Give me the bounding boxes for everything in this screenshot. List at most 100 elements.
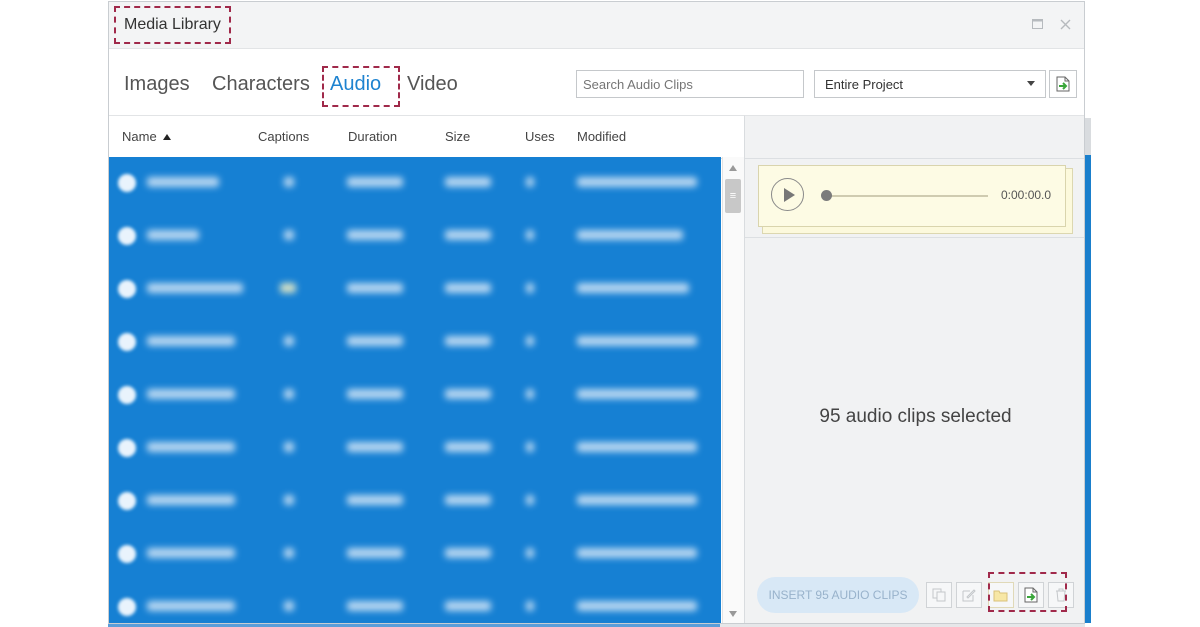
blurred-cell bbox=[147, 389, 235, 399]
table-row[interactable] bbox=[109, 422, 721, 475]
table-row[interactable] bbox=[109, 157, 721, 210]
column-uses[interactable]: Uses bbox=[525, 129, 555, 144]
expand-icon[interactable] bbox=[118, 280, 136, 298]
expand-icon[interactable] bbox=[118, 545, 136, 563]
scroll-down-icon[interactable] bbox=[729, 611, 737, 617]
import-file-icon bbox=[1056, 76, 1070, 92]
expand-icon[interactable] bbox=[118, 333, 136, 351]
blurred-cell bbox=[347, 177, 403, 187]
title-bar: Media Library bbox=[109, 2, 1084, 49]
export-file-icon bbox=[1024, 587, 1038, 603]
blurred-cell bbox=[577, 442, 697, 452]
delete-button[interactable] bbox=[1048, 582, 1074, 608]
blurred-cell bbox=[577, 495, 697, 505]
tab-images[interactable]: Images bbox=[124, 73, 190, 96]
close-icon[interactable] bbox=[1057, 16, 1073, 32]
table-row[interactable] bbox=[109, 263, 721, 316]
blurred-cell bbox=[577, 601, 697, 611]
blurred-cell bbox=[526, 548, 534, 558]
blurred-cell bbox=[526, 389, 534, 399]
blurred-cell bbox=[280, 283, 296, 293]
tab-video[interactable]: Video bbox=[407, 73, 458, 96]
column-captions[interactable]: Captions bbox=[258, 129, 309, 144]
tab-audio[interactable]: Audio bbox=[330, 73, 381, 96]
column-name[interactable]: Name bbox=[122, 129, 171, 144]
blurred-cell bbox=[526, 442, 534, 452]
blurred-cell bbox=[445, 177, 491, 187]
blurred-cell bbox=[577, 336, 697, 346]
expand-icon[interactable] bbox=[118, 598, 136, 616]
list-scrollbar[interactable]: ≡ bbox=[722, 157, 744, 623]
blurred-cell bbox=[147, 442, 235, 452]
blurred-cell bbox=[445, 389, 491, 399]
table-row[interactable] bbox=[109, 210, 721, 263]
blurred-cell bbox=[526, 495, 534, 505]
expand-icon[interactable] bbox=[118, 386, 136, 404]
blurred-cell bbox=[147, 177, 219, 187]
blurred-cell bbox=[347, 442, 403, 452]
table-row[interactable] bbox=[109, 316, 721, 369]
media-library-window: Media Library Images Characters Audio Vi… bbox=[108, 1, 1085, 624]
trash-icon bbox=[1056, 588, 1066, 602]
expand-icon[interactable] bbox=[118, 227, 136, 245]
play-icon bbox=[783, 187, 795, 202]
edit-icon bbox=[962, 589, 976, 602]
duplicate-button[interactable] bbox=[926, 582, 952, 608]
blurred-cell bbox=[284, 442, 294, 452]
seek-track[interactable] bbox=[822, 195, 988, 197]
seek-handle[interactable] bbox=[821, 190, 832, 201]
blurred-cell bbox=[445, 548, 491, 558]
blurred-cell bbox=[147, 336, 235, 346]
blurred-cell bbox=[347, 230, 403, 240]
insert-audio-clips-button[interactable]: INSERT 95 AUDIO CLIPS bbox=[757, 577, 919, 613]
edit-button[interactable] bbox=[956, 582, 982, 608]
blurred-cell bbox=[577, 177, 697, 187]
blurred-cell bbox=[445, 336, 491, 346]
expand-icon[interactable] bbox=[118, 439, 136, 457]
play-button[interactable] bbox=[771, 178, 804, 211]
audio-player-area: 0:00:00.0 bbox=[745, 158, 1084, 238]
duplicate-icon bbox=[932, 588, 946, 602]
blurred-cell bbox=[147, 495, 235, 505]
blurred-cell bbox=[577, 283, 689, 293]
export-button[interactable] bbox=[1018, 582, 1044, 608]
table-row[interactable] bbox=[109, 369, 721, 422]
blurred-cell bbox=[445, 230, 491, 240]
scope-dropdown[interactable]: Entire Project bbox=[814, 70, 1046, 98]
table-row[interactable] bbox=[109, 475, 721, 528]
table-row[interactable] bbox=[109, 581, 721, 623]
blurred-cell bbox=[284, 548, 294, 558]
blurred-cell bbox=[347, 495, 403, 505]
audio-player: 0:00:00.0 bbox=[758, 165, 1066, 227]
column-duration[interactable]: Duration bbox=[348, 129, 397, 144]
expand-icon[interactable] bbox=[118, 174, 136, 192]
table-row[interactable] bbox=[109, 528, 721, 581]
column-size[interactable]: Size bbox=[445, 129, 470, 144]
import-button[interactable] bbox=[1049, 70, 1077, 98]
column-modified[interactable]: Modified bbox=[577, 129, 626, 144]
blurred-cell bbox=[284, 389, 294, 399]
blurred-cell bbox=[347, 548, 403, 558]
blurred-cell bbox=[284, 336, 294, 346]
open-folder-icon bbox=[993, 590, 1008, 601]
blurred-cell bbox=[284, 230, 294, 240]
table-header: Name Captions Duration Size Uses Modifie… bbox=[109, 115, 744, 159]
blurred-cell bbox=[577, 230, 683, 240]
blurred-cell bbox=[147, 601, 235, 611]
preview-pane: 0:00:00.0 95 audio clips selected INSERT… bbox=[744, 115, 1084, 623]
blurred-cell bbox=[445, 283, 491, 293]
blurred-cell bbox=[526, 601, 534, 611]
blurred-cell bbox=[147, 548, 235, 558]
blurred-cell bbox=[526, 336, 534, 346]
scroll-up-icon[interactable] bbox=[729, 165, 737, 171]
expand-icon[interactable] bbox=[118, 492, 136, 510]
blurred-cell bbox=[577, 548, 697, 558]
tab-characters[interactable]: Characters bbox=[212, 73, 310, 96]
background-window-edge-selected bbox=[1085, 155, 1091, 623]
blurred-cell bbox=[347, 601, 403, 611]
open-folder-button[interactable] bbox=[988, 582, 1014, 608]
blurred-cell bbox=[284, 177, 294, 187]
scroll-thumb[interactable]: ≡ bbox=[725, 179, 741, 213]
maximize-icon[interactable] bbox=[1029, 16, 1045, 32]
search-input[interactable] bbox=[576, 70, 804, 98]
